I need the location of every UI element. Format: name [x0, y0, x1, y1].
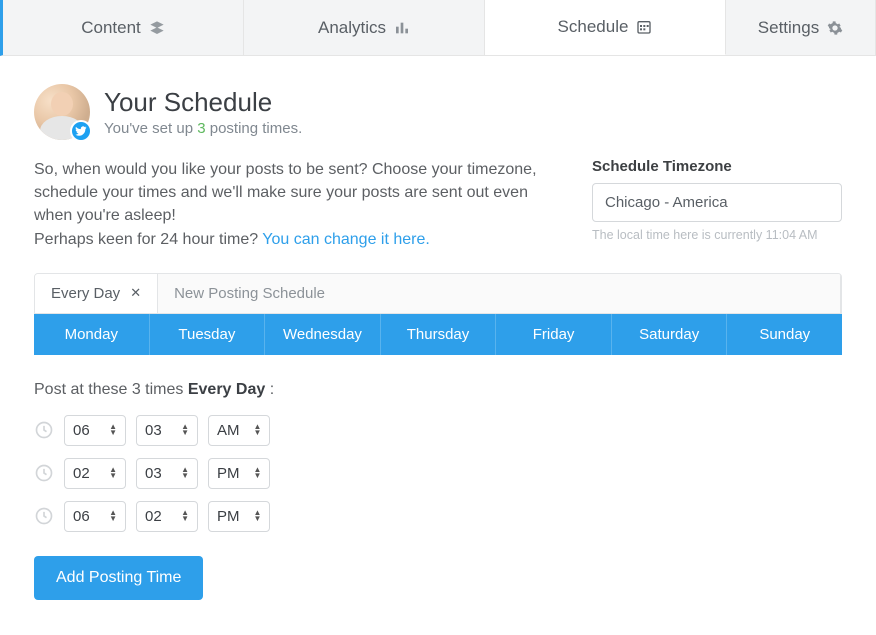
stepper-icon: ▲▼ [109, 424, 117, 436]
tab-analytics[interactable]: Analytics [244, 0, 485, 55]
day-sunday[interactable]: Sunday [727, 314, 842, 355]
day-tuesday[interactable]: Tuesday [150, 314, 266, 355]
minute-select[interactable]: 03▲▼ [136, 415, 198, 446]
bars-icon [394, 20, 410, 36]
tab-settings[interactable]: Settings [726, 0, 876, 55]
clock-icon [34, 506, 54, 526]
stepper-icon: ▲▼ [254, 424, 262, 436]
stepper-icon: ▲▼ [254, 467, 262, 479]
schedule-tab-label: New Posting Schedule [174, 285, 325, 302]
time-row: 06▲▼ 03▲▼ AM▲▼ [34, 415, 842, 446]
time-row: 06▲▼ 02▲▼ PM▲▼ [34, 501, 842, 532]
schedule-tab-everyday[interactable]: Every Day ✕ [35, 274, 158, 313]
ampm-select[interactable]: AM▲▼ [208, 415, 270, 446]
tab-label: Settings [758, 18, 819, 38]
hour-select[interactable]: 06▲▼ [64, 501, 126, 532]
clock-icon [34, 463, 54, 483]
stepper-icon: ▲▼ [181, 467, 189, 479]
hour-select[interactable]: 06▲▼ [64, 415, 126, 446]
stepper-icon: ▲▼ [109, 467, 117, 479]
day-selector: Monday Tuesday Wednesday Thursday Friday… [34, 314, 842, 355]
ampm-select[interactable]: PM▲▼ [208, 501, 270, 532]
time-row: 02▲▼ 03▲▼ PM▲▼ [34, 458, 842, 489]
day-thursday[interactable]: Thursday [381, 314, 497, 355]
schedule-subtabs: Every Day ✕ New Posting Schedule [34, 273, 842, 314]
page-subtitle: You've set up 3 posting times. [104, 120, 302, 137]
intro-text: So, when would you like your posts to be… [34, 158, 562, 251]
day-saturday[interactable]: Saturday [612, 314, 728, 355]
timezone-note: The local time here is currently 11:04 A… [592, 228, 842, 242]
ampm-select[interactable]: PM▲▼ [208, 458, 270, 489]
day-wednesday[interactable]: Wednesday [265, 314, 381, 355]
new-schedule-tab[interactable]: New Posting Schedule [158, 274, 841, 313]
stepper-icon: ▲▼ [109, 510, 117, 522]
page-header: Your Schedule You've set up 3 posting ti… [34, 84, 842, 140]
stepper-icon: ▲▼ [181, 510, 189, 522]
schedule-tab-label: Every Day [51, 285, 120, 302]
tab-label: Content [81, 18, 141, 38]
main-nav-tabs: Content Analytics Schedule Settings [0, 0, 876, 56]
day-friday[interactable]: Friday [496, 314, 612, 355]
timezone-select[interactable]: Chicago - America [592, 183, 842, 222]
add-posting-time-button[interactable]: Add Posting Time [34, 556, 203, 600]
tab-label: Schedule [558, 17, 629, 37]
posting-count: 3 [197, 120, 205, 137]
close-icon[interactable]: ✕ [130, 285, 141, 301]
change-time-format-link[interactable]: You can change it here. [262, 231, 430, 248]
post-times-heading: Post at these 3 times Every Day : [34, 381, 842, 399]
day-monday[interactable]: Monday [34, 314, 150, 355]
timezone-label: Schedule Timezone [592, 158, 842, 175]
clock-icon [34, 420, 54, 440]
twitter-badge-icon [70, 120, 92, 142]
minute-select[interactable]: 02▲▼ [136, 501, 198, 532]
stepper-icon: ▲▼ [254, 510, 262, 522]
tab-content[interactable]: Content [3, 0, 244, 55]
hour-select[interactable]: 02▲▼ [64, 458, 126, 489]
tab-label: Analytics [318, 18, 386, 38]
stepper-icon: ▲▼ [181, 424, 189, 436]
minute-select[interactable]: 03▲▼ [136, 458, 198, 489]
tab-schedule[interactable]: Schedule [485, 0, 726, 55]
layers-icon [149, 20, 165, 36]
gear-icon [827, 20, 843, 36]
calendar-icon [636, 19, 652, 35]
avatar [34, 84, 90, 140]
page-title: Your Schedule [104, 87, 302, 118]
